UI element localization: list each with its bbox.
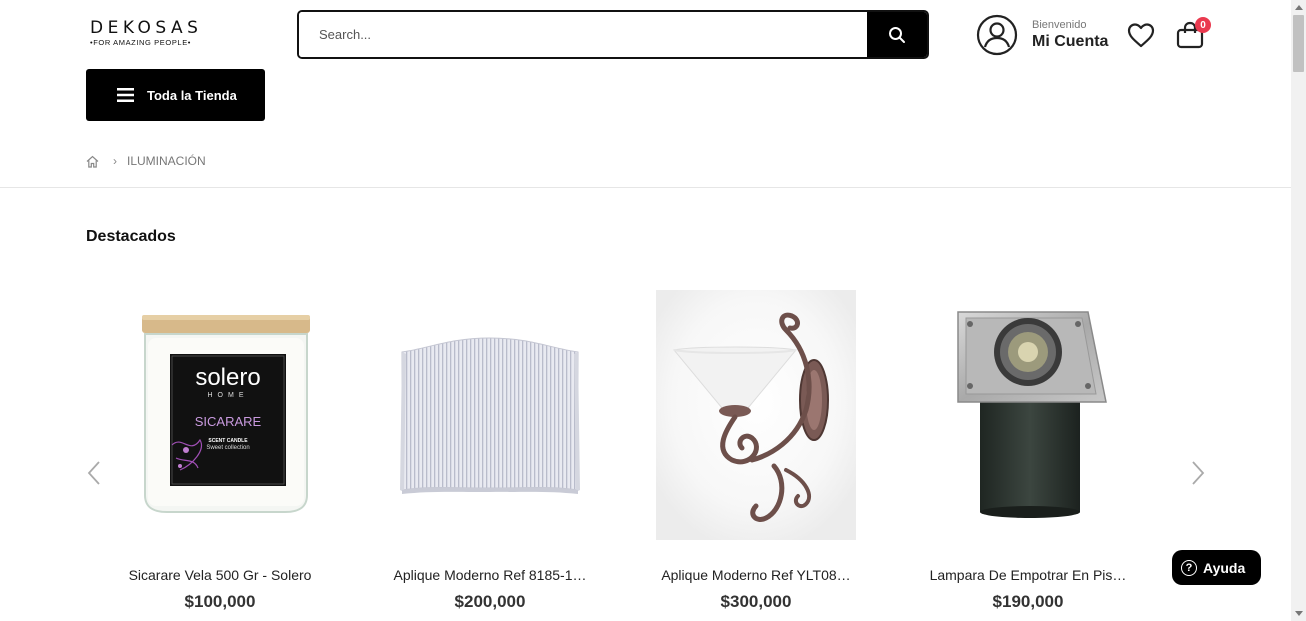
all-store-menu-label: Toda la Tienda [147,87,237,103]
help-label: Ayuda [1203,559,1246,576]
product-price: $100,000 [184,592,256,611]
product-card[interactable]: Lampara De Empotrar En Pis… $190,000 [928,290,1128,611]
product-image[interactable] [656,290,856,540]
home-icon[interactable] [86,155,99,168]
scroll-thumb[interactable] [1293,15,1304,72]
candle-label-home: HOME [207,392,249,399]
logo-name: DEKOSAS [90,18,203,38]
account-welcome: Bienvenido [1032,18,1087,31]
hamburger-icon [117,88,134,102]
scroll-down-arrow[interactable] [1291,606,1306,621]
product-card[interactable]: solero HOME SICARARE SCENT CANDLE Sweet … [120,290,320,611]
account-link[interactable]: Bienvenido Mi Cuenta [976,14,1108,56]
breadcrumb-separator: › [113,154,117,168]
account-label: Mi Cuenta [1032,32,1109,50]
all-store-menu-button[interactable]: Toda la Tienda [86,69,265,121]
help-button[interactable]: ? Ayuda [1172,550,1261,585]
product-name[interactable]: Sicarare Vela 500 Gr - Solero [100,567,340,583]
question-icon: ? [1181,559,1197,576]
logo-tagline: •FOR AMAZING PEOPLE• [90,38,192,47]
cart-count-badge: 0 [1195,17,1211,33]
header-divider [0,187,1291,188]
heart-icon[interactable] [1126,21,1156,49]
search-button[interactable] [867,12,927,57]
product-name[interactable]: Aplique Moderno Ref YLT08… [636,567,876,583]
carousel-next-arrow[interactable] [1188,459,1208,487]
logo[interactable]: DEKOSAS •FOR AMAZING PEOPLE• [90,19,206,47]
product-price: $300,000 [720,592,792,611]
product-card[interactable]: Aplique Moderno Ref 8185-1… $200,000 [390,290,590,611]
product-card[interactable]: Aplique Moderno Ref YLT08… $300,000 [656,290,856,611]
product-name[interactable]: Lampara De Empotrar En Pis… [908,567,1148,583]
search-icon [889,26,905,43]
candle-label-brand: solero [195,364,261,391]
product-image[interactable]: solero HOME SICARARE SCENT CANDLE Sweet … [120,290,320,540]
search-bar [297,10,929,59]
product-image[interactable] [928,290,1128,540]
candle-label-product: SICARARE [194,414,262,429]
page-scrollbar[interactable] [1291,0,1306,621]
breadcrumb-current: ILUMINACIÓN [127,154,206,168]
carousel-prev-arrow[interactable] [84,459,104,487]
user-icon [976,14,1018,56]
candle-label-line2: Sweet collection [206,445,250,451]
product-image[interactable] [390,290,590,540]
product-name[interactable]: Aplique Moderno Ref 8185-1… [370,567,610,583]
product-price: $190,000 [992,592,1064,611]
search-input[interactable] [299,12,867,57]
scroll-up-arrow[interactable] [1291,0,1306,15]
breadcrumb: › ILUMINACIÓN [86,154,206,168]
section-title: Destacados [86,228,176,245]
candle-label-line1: SCENT CANDLE [208,438,248,444]
product-price: $200,000 [454,592,526,611]
